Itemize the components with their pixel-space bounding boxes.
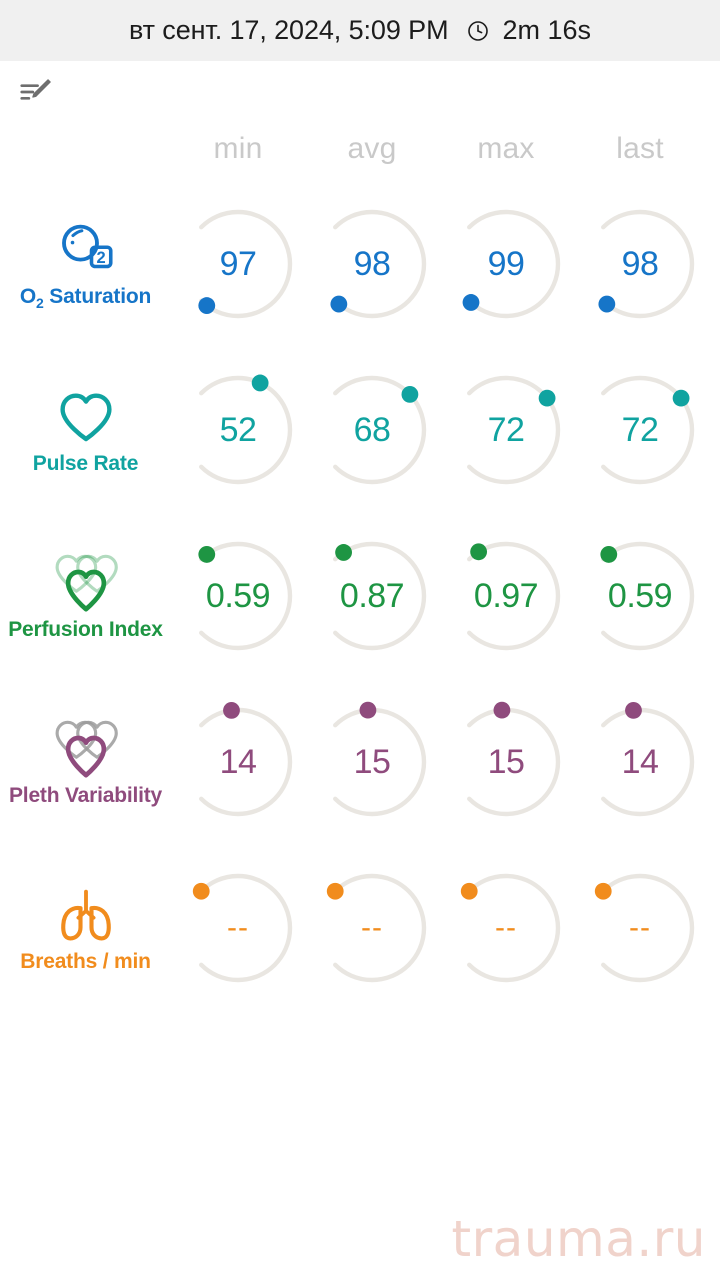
nested-hearts-green-icon — [55, 554, 118, 612]
column-header-row: min avg max last — [0, 123, 720, 175]
gauge-value-text: 72 — [487, 410, 525, 449]
gauge-value-text: 15 — [487, 742, 525, 781]
gauge-value-text: 15 — [353, 742, 391, 781]
gauge-value-text: 98 — [353, 244, 391, 283]
gauge-value-text: -- — [361, 911, 383, 944]
lungs-icon — [60, 889, 111, 941]
svg-text:2: 2 — [96, 249, 105, 267]
gauge-cell[interactable]: 98 — [573, 181, 707, 347]
gauge-cell[interactable]: 0.59 — [573, 513, 707, 679]
column-header-avg: avg — [347, 132, 397, 165]
session-duration: 2m 16s — [502, 15, 592, 45]
gauge: 97 — [177, 203, 299, 325]
metric-label-cell: Pulse Rate — [0, 347, 171, 513]
gauge: 99 — [445, 203, 567, 325]
gauge: 72 — [445, 369, 567, 491]
metric-name: O2 Saturation — [19, 284, 152, 312]
metric-name: Perfusion Index — [8, 618, 163, 641]
gauge-cell[interactable]: 72 — [439, 347, 573, 513]
gauge: 15 — [445, 701, 567, 823]
gauge: 0.87 — [311, 535, 433, 657]
gauge-cell[interactable]: 15 — [305, 679, 439, 845]
gauge-cell[interactable]: 0.87 — [305, 513, 439, 679]
gauge-value-text: 72 — [621, 410, 659, 449]
gauge: 14 — [579, 701, 701, 823]
metric-rows: 2 O2 Saturation 97 98 99 98 Pulse Rate 52 68 72 72… — [0, 175, 720, 1011]
gauge-cell[interactable]: 68 — [305, 347, 439, 513]
gauge-cell[interactable]: 15 — [439, 679, 573, 845]
column-header-last: last — [616, 132, 664, 165]
nested-hearts-purple-icon — [55, 720, 118, 778]
column-header-max: max — [477, 132, 535, 165]
column-header-min: min — [213, 132, 263, 165]
gauge-value-text: 0.59 — [607, 576, 673, 615]
gauge-cell[interactable]: -- — [171, 845, 305, 1011]
oxygen-bubble-icon: 2 — [61, 224, 113, 269]
gauge-cell[interactable]: 97 — [171, 181, 305, 347]
gauge: 98 — [311, 203, 433, 325]
metric-row[interactable]: Pulse Rate 52 68 72 72 — [0, 347, 720, 513]
session-header-bar: вт сент. 17, 2024, 5:09 PM 2m 16s — [0, 0, 720, 61]
metric-label-cell: Breaths / min — [0, 845, 171, 1011]
gauge-cell[interactable]: -- — [305, 845, 439, 1011]
gauge-cell[interactable]: 0.97 — [439, 513, 573, 679]
toolbar — [0, 61, 720, 123]
gauge: 98 — [579, 203, 701, 325]
metric-row[interactable]: Breaths / min -- -- -- -- — [0, 845, 720, 1011]
metric-name: Pulse Rate — [32, 452, 139, 475]
clock-icon — [468, 20, 489, 41]
pulse-oximetry-summary-screen: вт сент. 17, 2024, 5:09 PM 2m 16s min av… — [0, 0, 720, 1280]
metric-name: Breaths / min — [20, 950, 151, 973]
gauge: -- — [445, 867, 567, 989]
gauge-value-text: 0.87 — [339, 576, 405, 615]
gauge-value-text: 97 — [219, 244, 257, 283]
gauge-value-text: 0.59 — [205, 576, 271, 615]
gauge: 52 — [177, 369, 299, 491]
gauge-cell[interactable]: -- — [439, 845, 573, 1011]
gauge: 0.59 — [177, 535, 299, 657]
metric-label-cell: Pleth Variability — [0, 679, 171, 845]
gauge: 68 — [311, 369, 433, 491]
gauge-cell[interactable]: 98 — [305, 181, 439, 347]
gauge: -- — [177, 867, 299, 989]
gauge: 72 — [579, 369, 701, 491]
gauge-value-text: 0.97 — [473, 576, 539, 615]
session-datetime: вт сент. 17, 2024, 5:09 PM — [128, 15, 449, 45]
gauge-value-text: 14 — [621, 742, 659, 781]
site-watermark: trauma.ru — [451, 1210, 706, 1268]
gauge: 0.97 — [445, 535, 567, 657]
gauge-value-text: -- — [227, 911, 249, 944]
edit-note-icon[interactable] — [17, 73, 55, 111]
metric-label-cell: 2 O2 Saturation — [0, 181, 171, 347]
gauge-cell[interactable]: 0.59 — [171, 513, 305, 679]
gauge: 14 — [177, 701, 299, 823]
gauge: -- — [311, 867, 433, 989]
gauge-cell[interactable]: 99 — [439, 181, 573, 347]
gauge-cell[interactable]: 14 — [573, 679, 707, 845]
gauge-value-text: -- — [495, 911, 517, 944]
metric-name: Pleth Variability — [9, 784, 162, 807]
metric-row[interactable]: Pleth Variability 14 15 15 14 — [0, 679, 720, 845]
gauge-cell[interactable]: -- — [573, 845, 707, 1011]
gauge-value-text: 14 — [219, 742, 257, 781]
metric-label-cell: Perfusion Index — [0, 513, 171, 679]
gauge-value-text: 98 — [621, 244, 659, 283]
gauge-value-text: 52 — [219, 410, 257, 449]
gauge-cell[interactable]: 14 — [171, 679, 305, 845]
gauge: 15 — [311, 701, 433, 823]
metric-row[interactable]: 2 O2 Saturation 97 98 99 98 — [0, 181, 720, 347]
gauge-cell[interactable]: 72 — [573, 347, 707, 513]
gauge-value-text: 99 — [487, 244, 525, 283]
gauge-value-text: -- — [629, 911, 651, 944]
metric-row[interactable]: Perfusion Index 0.59 0.87 0.97 0.59 — [0, 513, 720, 679]
gauge: -- — [579, 867, 701, 989]
heart-outline-icon — [59, 393, 112, 442]
gauge-value-text: 68 — [353, 410, 391, 449]
gauge: 0.59 — [579, 535, 701, 657]
gauge-cell[interactable]: 52 — [171, 347, 305, 513]
